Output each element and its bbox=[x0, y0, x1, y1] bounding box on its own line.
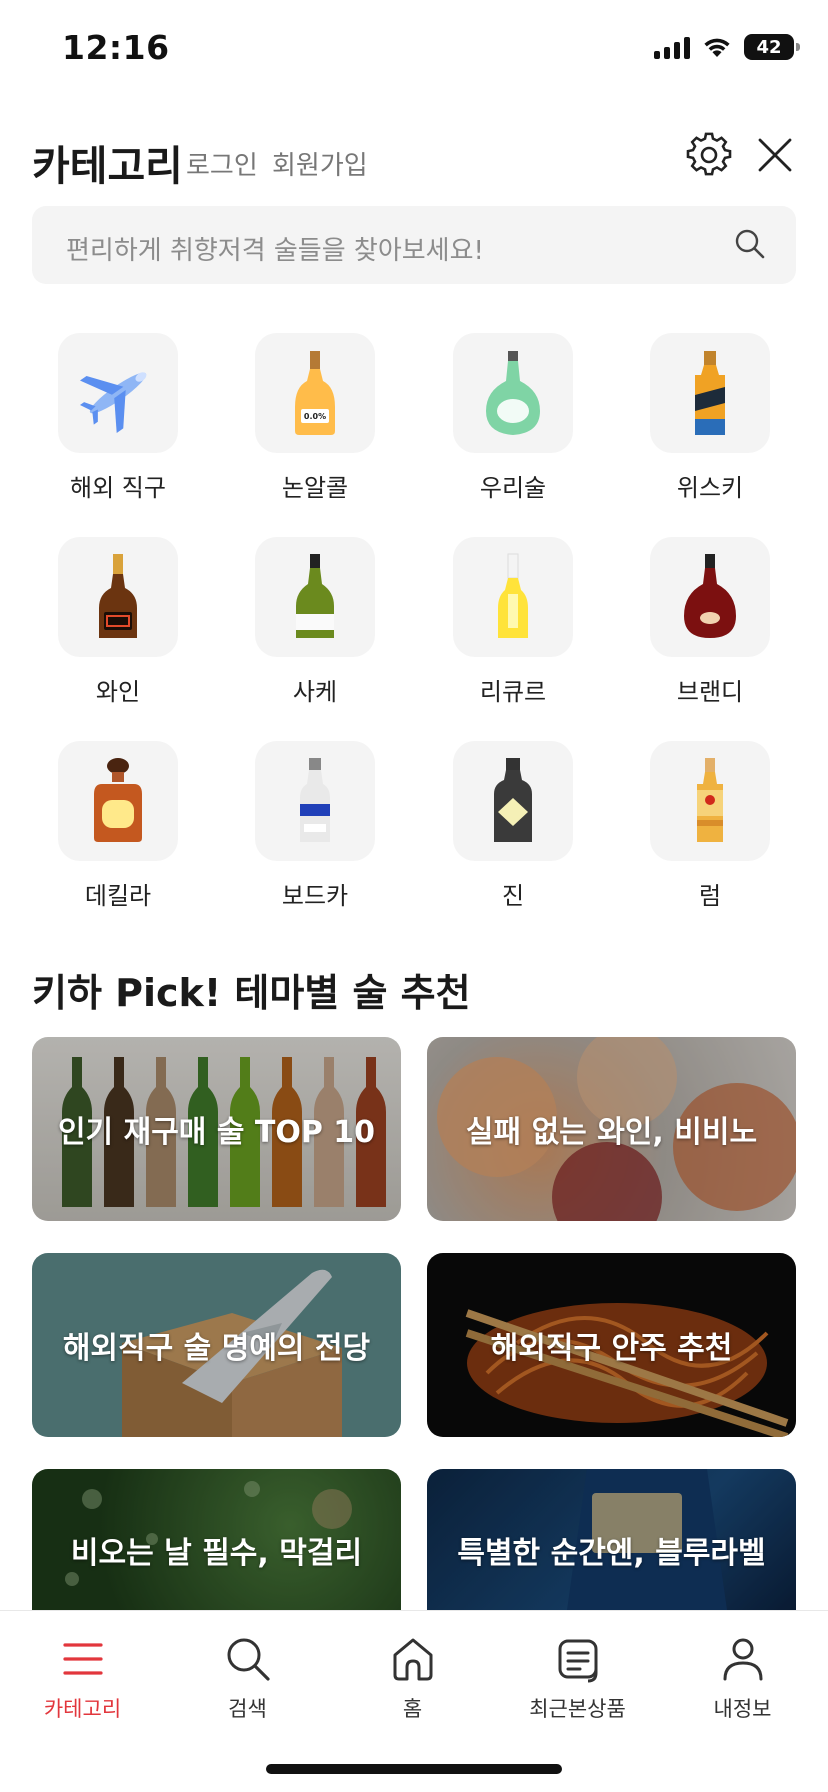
theme-card-label: 인기 재구매 술 TOP 10 bbox=[57, 1115, 376, 1150]
tab-label: 카테고리 bbox=[43, 1697, 122, 1721]
tab-label: 최근본상품 bbox=[529, 1697, 626, 1721]
signup-link[interactable]: 회원가입 bbox=[272, 145, 368, 182]
category-icon-box bbox=[255, 537, 375, 657]
tab-profile[interactable]: 내정보 bbox=[660, 1621, 825, 1731]
page-title: 카테고리 bbox=[32, 142, 183, 190]
category-korean-liquor[interactable]: 우리술 bbox=[453, 333, 573, 513]
theme-card-label: 실패 없는 와인, 비비노 bbox=[465, 1115, 758, 1150]
theme-card-top10[interactable]: 인기 재구매 술 TOP 10 bbox=[32, 1037, 401, 1221]
category-label: 사케 bbox=[292, 678, 338, 706]
category-icon-box bbox=[255, 741, 375, 861]
category-brandy[interactable]: 브랜디 bbox=[650, 537, 770, 717]
battery-icon: 42 bbox=[744, 34, 800, 60]
category-icon-box bbox=[453, 741, 573, 861]
category-rum[interactable]: 럼 bbox=[650, 741, 770, 921]
home-indicator bbox=[266, 1764, 562, 1774]
category-icon-box bbox=[58, 333, 178, 453]
login-link[interactable]: 로그인 bbox=[186, 145, 258, 182]
search-icon[interactable] bbox=[734, 228, 766, 260]
category-label: 보드카 bbox=[281, 882, 349, 910]
wine-bottle-icon bbox=[99, 554, 137, 638]
theme-card-blue-label[interactable]: 특별한 순간엔, 블루라벨 bbox=[427, 1469, 796, 1610]
theme-card-vivino[interactable]: 실패 없는 와인, 비비노 bbox=[427, 1037, 796, 1221]
tab-search[interactable]: 검색 bbox=[165, 1621, 330, 1731]
search-input[interactable]: 편리하게 취향저격 술들을 찾아보세요! bbox=[32, 206, 796, 284]
wifi-icon bbox=[704, 38, 730, 57]
menu-icon bbox=[63, 1643, 103, 1675]
category-label: 럼 bbox=[698, 882, 722, 910]
search-placeholder: 편리하게 취향저격 술들을 찾아보세요! bbox=[66, 236, 484, 266]
tab-home[interactable]: 홈 bbox=[330, 1621, 495, 1731]
settings-gear-icon[interactable] bbox=[686, 132, 732, 178]
non-alcohol-bottle-icon: 0.0% bbox=[295, 351, 335, 435]
category-icon-box bbox=[650, 741, 770, 861]
tab-label: 홈 bbox=[402, 1697, 423, 1721]
section-title: 키하 Pick! 테마별 술 추천 bbox=[32, 971, 471, 1015]
category-liqueur[interactable]: 리큐르 bbox=[453, 537, 573, 717]
theme-card-label: 해외직구 안주 추천 bbox=[490, 1331, 733, 1366]
search-icon bbox=[227, 1638, 270, 1681]
category-label: 리큐르 bbox=[479, 678, 547, 706]
category-icon-box: 0.0% bbox=[255, 333, 375, 453]
theme-card-makgeolli[interactable]: 비오는 날 필수, 막걸리 bbox=[32, 1469, 401, 1610]
category-label: 해외 직구 bbox=[70, 474, 166, 502]
gin-bottle-icon bbox=[494, 758, 532, 842]
tab-category[interactable]: 카테고리 bbox=[0, 1621, 165, 1731]
whisky-bottle-icon bbox=[695, 351, 725, 435]
liqueur-bottle-icon bbox=[498, 553, 528, 638]
category-label: 위스키 bbox=[676, 474, 744, 502]
non-alcohol-badge: 0.0% bbox=[304, 412, 326, 421]
korean-liquor-bottle-icon bbox=[486, 351, 540, 435]
status-bar: 12:16 42 bbox=[0, 0, 828, 100]
recent-items-icon bbox=[558, 1639, 598, 1683]
category-icon-box bbox=[650, 333, 770, 453]
close-icon[interactable] bbox=[754, 134, 796, 176]
category-wine[interactable]: 와인 bbox=[58, 537, 178, 717]
status-time: 12:16 bbox=[62, 28, 170, 67]
theme-card-label: 특별한 순간엔, 블루라벨 bbox=[457, 1535, 766, 1571]
tab-label: 내정보 bbox=[713, 1697, 772, 1721]
tab-recent-items[interactable]: 최근본상품 bbox=[495, 1621, 660, 1731]
sake-bottle-icon bbox=[296, 554, 334, 638]
cellular-signal-icon bbox=[654, 35, 690, 59]
category-gin[interactable]: 진 bbox=[453, 741, 573, 921]
profile-icon bbox=[723, 1638, 763, 1681]
brandy-bottle-icon bbox=[684, 554, 736, 638]
header: 카테고리 로그인 회원가입 bbox=[0, 120, 828, 200]
vodka-bottle-icon bbox=[300, 758, 330, 842]
theme-card-snacks[interactable]: 해외직구 안주 추천 bbox=[427, 1253, 796, 1437]
category-label: 논알콜 bbox=[281, 474, 349, 502]
status-icons: 42 bbox=[654, 34, 800, 60]
theme-card-label: 해외직구 술 명예의 전당 bbox=[62, 1331, 371, 1366]
category-label: 데킬라 bbox=[84, 882, 152, 910]
category-label: 브랜디 bbox=[676, 678, 744, 706]
category-icon-box bbox=[453, 537, 573, 657]
category-non-alcohol[interactable]: 0.0% 논알콜 bbox=[255, 333, 375, 513]
tab-label: 검색 bbox=[228, 1697, 267, 1721]
category-overseas[interactable]: 해외 직구 bbox=[58, 333, 178, 513]
category-icon-box bbox=[58, 537, 178, 657]
home-icon bbox=[393, 1638, 433, 1681]
category-label: 진 bbox=[501, 882, 525, 910]
category-tequila[interactable]: 데킬라 bbox=[58, 741, 178, 921]
airplane-icon bbox=[79, 372, 147, 433]
battery-level: 42 bbox=[756, 36, 782, 58]
rum-bottle-icon bbox=[697, 758, 723, 842]
category-vodka[interactable]: 보드카 bbox=[255, 741, 375, 921]
category-icon-box bbox=[453, 333, 573, 453]
theme-card-label: 비오는 날 필수, 막걸리 bbox=[70, 1535, 363, 1571]
category-icon-box bbox=[650, 537, 770, 657]
tequila-bottle-icon bbox=[94, 758, 142, 842]
category-whisky[interactable]: 위스키 bbox=[650, 333, 770, 513]
category-icon-box bbox=[58, 741, 178, 861]
category-label: 와인 bbox=[95, 678, 141, 706]
theme-card-hall-of-fame[interactable]: 해외직구 술 명예의 전당 bbox=[32, 1253, 401, 1437]
category-label: 우리술 bbox=[479, 474, 547, 502]
category-sake[interactable]: 사케 bbox=[255, 537, 375, 717]
